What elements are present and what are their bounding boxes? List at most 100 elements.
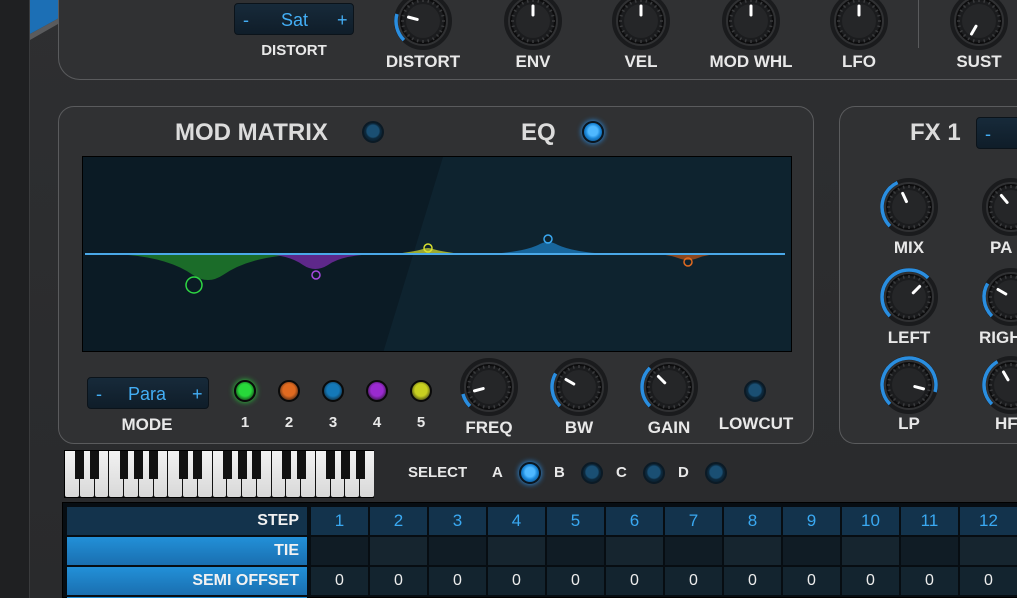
- eq-band-4-handle[interactable]: [311, 270, 321, 280]
- bw-knob[interactable]: [548, 356, 610, 418]
- step-number: 2: [370, 507, 427, 535]
- eq-title: EQ: [521, 119, 556, 146]
- black-key[interactable]: [355, 451, 365, 479]
- eq-mode-plus[interactable]: +: [192, 384, 203, 405]
- tie-cell[interactable]: [606, 537, 663, 565]
- top-divider: [918, 0, 919, 48]
- semi-offset-cell[interactable]: 0: [783, 567, 840, 595]
- semi-offset-cell[interactable]: 0: [665, 567, 722, 595]
- tie-cell[interactable]: [901, 537, 958, 565]
- black-key[interactable]: [119, 451, 129, 479]
- pan-knob-label: PA: [990, 238, 1013, 257]
- tie-cell[interactable]: [488, 537, 545, 565]
- black-key[interactable]: [75, 451, 85, 479]
- knob-graphic: [722, 0, 780, 50]
- fx-select-minus[interactable]: -: [985, 124, 991, 145]
- lowcut-toggle[interactable]: [744, 380, 766, 402]
- tie-cell[interactable]: [547, 537, 604, 565]
- black-key[interactable]: [222, 451, 232, 479]
- distort-select-minus[interactable]: -: [243, 10, 249, 31]
- eq-band-1-curve: [103, 254, 313, 280]
- env-knob[interactable]: [502, 0, 564, 52]
- select-option-d-toggle[interactable]: [705, 462, 727, 484]
- eq-band-3-toggle[interactable]: [322, 380, 344, 402]
- black-key[interactable]: [282, 451, 291, 479]
- eq-band-2-toggle[interactable]: [278, 380, 300, 402]
- eq-curve-display[interactable]: [82, 156, 792, 352]
- eq-curve-svg: [85, 157, 791, 351]
- step-number: 5: [547, 507, 604, 535]
- black-key[interactable]: [193, 451, 203, 479]
- semi-offset-cell[interactable]: 0: [842, 567, 899, 595]
- step-number: 3: [429, 507, 486, 535]
- black-key[interactable]: [341, 451, 350, 479]
- tie-cell[interactable]: [665, 537, 722, 565]
- sust-knob[interactable]: [948, 0, 1010, 52]
- step-number: 12: [960, 507, 1017, 535]
- pan-knob[interactable]: [980, 176, 1017, 238]
- eq-band-5-toggle[interactable]: [410, 380, 432, 402]
- black-key[interactable]: [326, 451, 336, 479]
- select-option-c-toggle[interactable]: [643, 462, 665, 484]
- fx-type-select[interactable]: -: [976, 117, 1017, 149]
- semi-offset-cell[interactable]: 0: [606, 567, 663, 595]
- black-key[interactable]: [296, 451, 306, 479]
- semi-offset-cell[interactable]: 0: [370, 567, 427, 595]
- knob-graphic: [982, 268, 1017, 326]
- hp-knob[interactable]: [980, 354, 1017, 416]
- black-key[interactable]: [237, 451, 247, 479]
- eq-band-1-toggle[interactable]: [234, 380, 256, 402]
- distort-type-select[interactable]: - Sat +: [234, 3, 354, 35]
- distort-type-label: DISTORT: [261, 42, 327, 59]
- mod-matrix-toggle[interactable]: [362, 121, 384, 143]
- select-option-a-toggle[interactable]: [519, 462, 541, 484]
- select-option-d-label: D: [678, 464, 689, 481]
- eq-band-4-toggle[interactable]: [366, 380, 388, 402]
- lfo-knob[interactable]: [828, 0, 890, 52]
- semi-offset-cell[interactable]: 0: [488, 567, 545, 595]
- right-knob-label: RIGH: [979, 328, 1017, 347]
- semi-offset-cell[interactable]: 0: [429, 567, 486, 595]
- freq-knob[interactable]: [458, 356, 520, 418]
- black-key[interactable]: [252, 451, 262, 479]
- gain-knob[interactable]: [638, 356, 700, 418]
- distort-knob[interactable]: [392, 0, 454, 52]
- eq-toggle[interactable]: [582, 121, 604, 143]
- eq-mode-select[interactable]: - Para +: [87, 377, 209, 409]
- semi-offset-cell[interactable]: 0: [724, 567, 781, 595]
- tie-cell[interactable]: [724, 537, 781, 565]
- step-number: 6: [606, 507, 663, 535]
- mod-whl-knob[interactable]: [720, 0, 782, 52]
- tie-cell[interactable]: [783, 537, 840, 565]
- semi-offset-cell[interactable]: 0: [547, 567, 604, 595]
- semi-offset-cell[interactable]: 0: [901, 567, 958, 595]
- lp-knob-label: LP: [898, 414, 920, 433]
- distort-select-plus[interactable]: +: [337, 10, 348, 31]
- knob-graphic: [394, 0, 452, 50]
- mix-knob[interactable]: [878, 176, 940, 238]
- tie-cell[interactable]: [960, 537, 1017, 565]
- black-key[interactable]: [90, 451, 99, 479]
- semi-offset-cell[interactable]: 0: [960, 567, 1017, 595]
- tie-cell[interactable]: [370, 537, 427, 565]
- black-key[interactable]: [149, 451, 158, 479]
- eq-band-4-label: 4: [372, 414, 382, 431]
- eq-mode-minus[interactable]: -: [96, 384, 102, 405]
- left-knob[interactable]: [878, 266, 940, 328]
- mini-keyboard[interactable]: [64, 450, 374, 498]
- eq-band-1-handle[interactable]: [185, 276, 203, 294]
- black-key[interactable]: [134, 451, 144, 479]
- lowcut-label: LOWCUT: [718, 414, 794, 433]
- tie-cell[interactable]: [429, 537, 486, 565]
- black-key[interactable]: [178, 451, 188, 479]
- lp-knob[interactable]: [878, 354, 940, 416]
- select-option-b-toggle[interactable]: [581, 462, 603, 484]
- vel-knob[interactable]: [610, 0, 672, 52]
- right-knob[interactable]: [980, 266, 1017, 328]
- select-option-a-label: A: [492, 464, 503, 481]
- tie-cell[interactable]: [842, 537, 899, 565]
- left-knob-label: LEFT: [887, 328, 931, 347]
- tie-cell[interactable]: [311, 537, 368, 565]
- step-number: 7: [665, 507, 722, 535]
- semi-offset-cell[interactable]: 0: [311, 567, 368, 595]
